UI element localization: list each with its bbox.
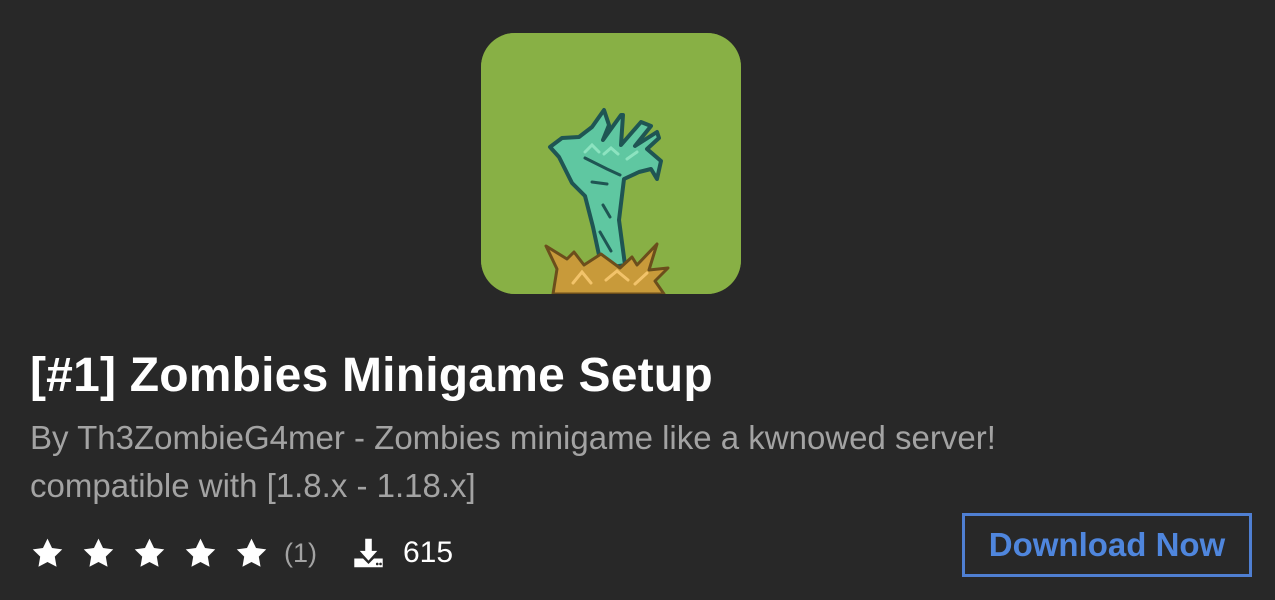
page-title: [#1] Zombies Minigame Setup [30,349,713,402]
star-icon [134,538,165,567]
download-count: 615 [403,536,454,569]
download-count-stat: 615 [351,535,453,571]
minigame-thumbnail[interactable] [481,33,741,294]
rating-count: (1) [284,538,317,568]
download-icon [354,538,383,568]
minigame-card: [#1] Zombies Minigame Setup By Th3Zombie… [0,0,1275,600]
minigame-stats: (1) 615 [30,531,453,575]
zombie-hand-thumbnail-icon [481,33,741,294]
star-icon [32,538,63,567]
description-line-compatibility: compatible with [1.8.x - 1.18.x] [30,467,476,504]
star-icon [83,538,114,567]
star-icon [236,538,267,567]
star-icon [185,538,216,567]
minigame-description: By Th3ZombieG4mer - Zombies minigame lik… [30,414,1210,510]
rating-stars [30,536,269,571]
description-line-author: By Th3ZombieG4mer - Zombies minigame lik… [30,419,996,456]
download-now-button[interactable]: Download Now [962,513,1252,577]
